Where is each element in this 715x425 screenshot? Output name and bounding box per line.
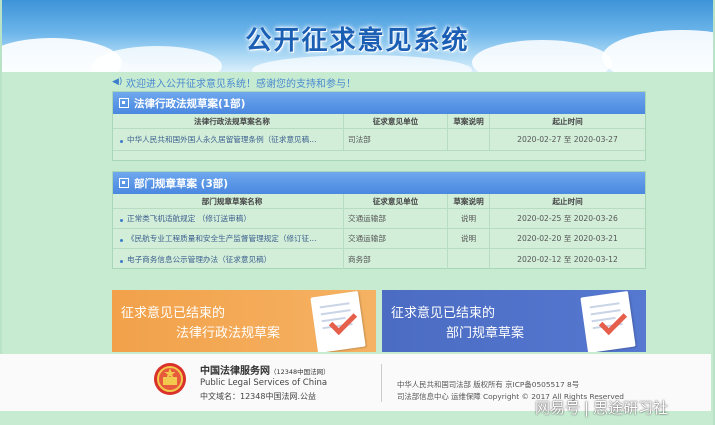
table-row[interactable]: 电子商务信息公示管理办法（征求意见稿） 商务部 2020-02-12 至 202… [113, 249, 645, 269]
emblem-icon [154, 363, 186, 395]
draft-link[interactable]: 正常类飞机适航规定 （修订送审稿） [113, 213, 343, 224]
footer-copyright: 中华人民共和国司法部 版权所有 京ICP备0505517 8号 [397, 380, 580, 389]
welcome-bar: ◀) 欢迎进入公开征求意见系统！感谢您的支持和参与！ [112, 75, 356, 90]
regulations-table: 部门规章草案名称 征求意见单位 草案说明 起止时间 正常类飞机适航规定 （修订送… [113, 194, 645, 269]
footer-site-name: 中国法律服务网（12348中国法网） [200, 366, 330, 377]
document-icon [119, 98, 129, 108]
table-row[interactable]: 《民航专业工程质量和安全生产监督管理规定（修订征... 交通运输部 说明 202… [113, 229, 645, 249]
table-row[interactable]: 中华人民共和国外国人永久居留管理条例（征求意见稿... 司法部 2020-02-… [113, 129, 645, 151]
footer-site-name-en: Public Legal Services of China [200, 378, 328, 388]
panel-regulations: 部门规章草案 (3部) 部门规章草案名称 征求意见单位 草案说明 起止时间 正常… [112, 171, 646, 269]
footer-domain: 中文域名：12348中国法网.公益 [200, 392, 316, 401]
table-header: 法律行政法规草案名称 征求意见单位 草案说明 起止时间 [113, 114, 645, 129]
draft-link[interactable]: 中华人民共和国外国人永久居留管理条例（征求意见稿... [113, 134, 343, 145]
note-link[interactable]: 说明 [447, 229, 489, 248]
watermark: 网易号 | 思途研习社 [535, 399, 669, 417]
panel-laws: 法律行政法规草案(1部) 法律行政法规草案名称 征求意见单位 草案说明 起止时间… [112, 91, 646, 161]
header-banner: 公开征求意见系统 [2, 0, 713, 72]
draft-link[interactable]: 《民航专业工程质量和安全生产监督管理规定（修订征... [113, 233, 343, 244]
welcome-text: 欢迎进入公开征求意见系统！感谢您的支持和参与！ [126, 78, 356, 90]
table-header: 部门规章草案名称 征求意见单位 草案说明 起止时间 [113, 194, 645, 209]
speaker-icon: ◀) [112, 77, 123, 87]
document-icon [119, 178, 129, 188]
panel-regulations-header: 部门规章草案 (3部) [113, 172, 645, 194]
table-row[interactable]: 正常类飞机适航规定 （修订送审稿） 交通运输部 说明 2020-02-25 至 … [113, 209, 645, 229]
laws-table: 法律行政法规草案名称 征求意见单位 草案说明 起止时间 中华人民共和国外国人永久… [113, 114, 645, 151]
page-title: 公开征求意见系统 [245, 26, 470, 56]
panel-laws-header: 法律行政法规草案(1部) [113, 92, 645, 114]
ended-laws-banner[interactable]: 征求意见已结束的 法律行政法规草案 [112, 290, 376, 352]
draft-link[interactable]: 电子商务信息公示管理办法（征求意见稿） [113, 254, 343, 265]
note-link[interactable]: 说明 [447, 209, 489, 228]
footer-divider [381, 364, 382, 402]
ended-regulations-banner[interactable]: 征求意见已结束的 部门规章草案 [382, 290, 646, 352]
